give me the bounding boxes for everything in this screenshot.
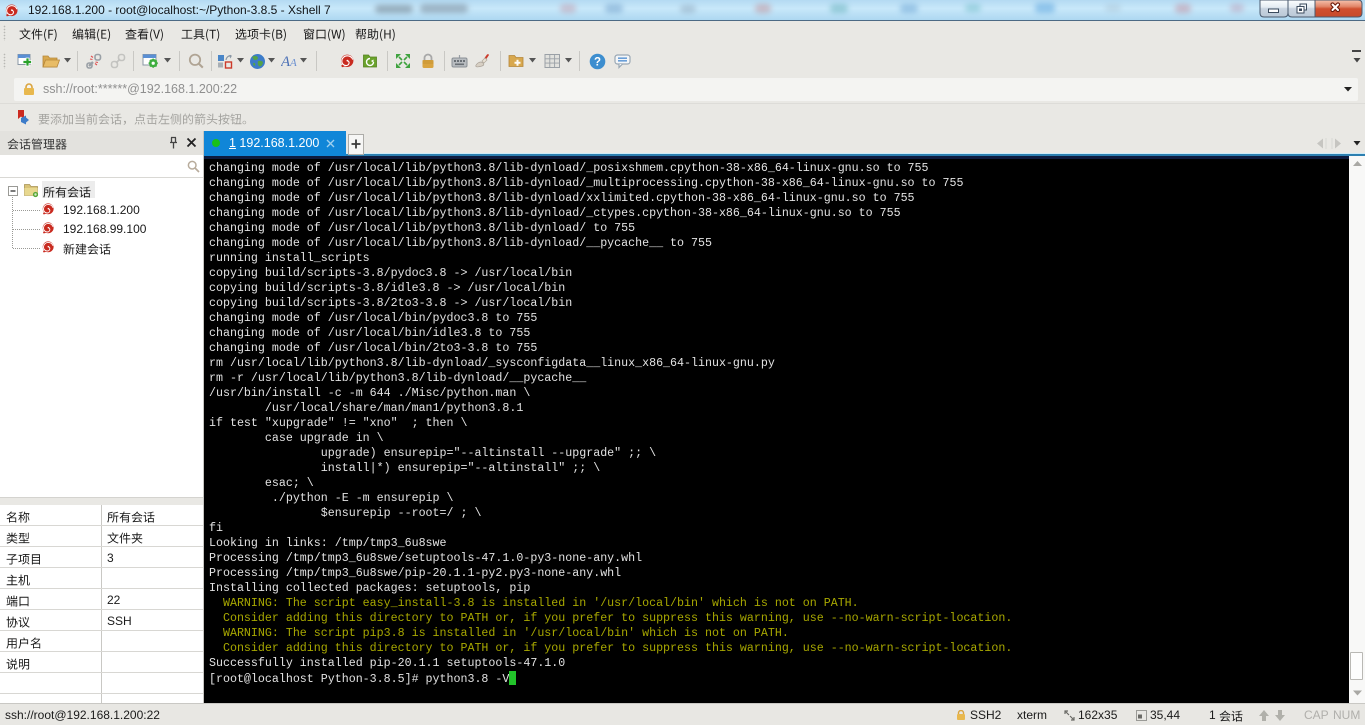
svg-text:A: A [289,57,297,69]
svg-text:?: ? [594,57,601,69]
